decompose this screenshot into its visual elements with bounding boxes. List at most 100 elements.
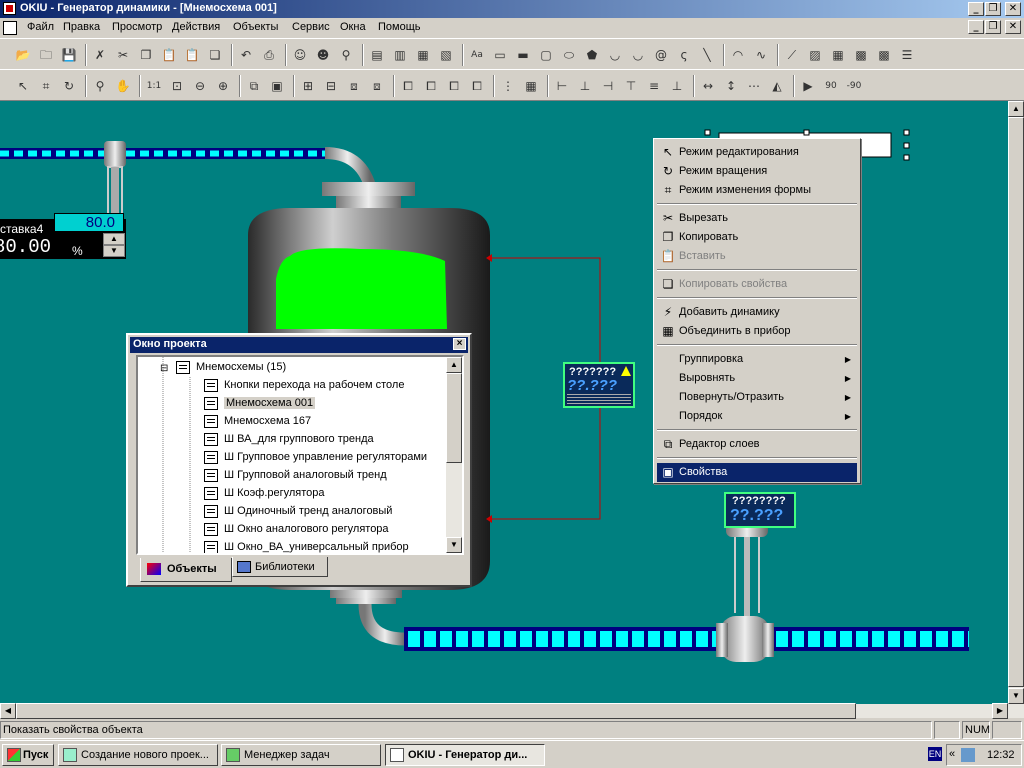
lang-indicator[interactable]: EN xyxy=(928,747,942,761)
tree-scroll-down[interactable]: ▼ xyxy=(446,537,462,553)
tree-item[interactable]: Ш Окно аналогового регулятора xyxy=(204,521,389,539)
project-window[interactable]: Окно проекта × ⊟ Мнемосхемы (15) Кнопки … xyxy=(126,333,472,587)
layers-icon[interactable]: ⧉ xyxy=(245,77,263,95)
round-rect-icon[interactable]: ▢ xyxy=(537,46,555,64)
doc-close-button[interactable]: ✕ xyxy=(1005,20,1021,34)
bottom-pipe[interactable] xyxy=(404,627,969,651)
window2-icon[interactable]: ▥ xyxy=(391,46,409,64)
save-icon[interactable]: 💾 xyxy=(60,46,78,64)
device-indicator-2[interactable]: ???????? ??.??? xyxy=(724,492,796,528)
text-icon[interactable]: Aa xyxy=(468,46,486,64)
cut-red-icon[interactable]: ✗ xyxy=(91,46,109,64)
context-menu-item[interactable]: ⌗ Режим изменения формы xyxy=(657,181,857,200)
zoom-1to1-icon[interactable]: 1:1 xyxy=(145,77,163,95)
hand-icon[interactable]: ✋ xyxy=(114,77,132,95)
distribute-icon[interactable]: ⋯ xyxy=(745,77,763,95)
folder-icon[interactable]: 🗀 xyxy=(37,46,55,64)
decrement-arrow-icon[interactable]: ▼ xyxy=(103,245,125,257)
align-top-icon[interactable]: ⊤ xyxy=(622,77,640,95)
zoom-fit-icon[interactable]: ⊡ xyxy=(168,77,186,95)
align-left-icon[interactable]: ⊢ xyxy=(553,77,571,95)
scroll-down-button[interactable]: ▼ xyxy=(1008,688,1024,704)
combine2-icon[interactable]: ⧈ xyxy=(368,77,386,95)
align-right-icon[interactable]: ⊣ xyxy=(599,77,617,95)
rect-icon[interactable]: ▭ xyxy=(491,46,509,64)
grid-show-icon[interactable]: ▦ xyxy=(522,77,540,95)
flip-v-icon[interactable]: ▶ xyxy=(799,77,817,95)
minimize-button[interactable]: _ xyxy=(968,2,984,16)
menu-windows[interactable]: Окна xyxy=(340,21,366,33)
scroll-up-button[interactable]: ▲ xyxy=(1008,101,1024,117)
context-menu-item[interactable]: ▦ Объединить в прибор xyxy=(657,322,857,341)
paste-special-icon[interactable]: 📋 xyxy=(183,46,201,64)
arc-icon[interactable]: ◠ xyxy=(729,46,747,64)
tab-objects[interactable]: Объекты xyxy=(140,558,232,582)
combine-icon[interactable]: ⧈ xyxy=(345,77,363,95)
group-icon[interactable]: ⊞ xyxy=(299,77,317,95)
context-menu-item[interactable]: Повернуть/Отразить ▶ xyxy=(657,388,857,407)
start-button[interactable]: Пуск xyxy=(2,744,54,766)
pointer-icon[interactable]: ↖ xyxy=(14,77,32,95)
menu-service[interactable]: Сервис xyxy=(292,21,330,33)
menu-view[interactable]: Просмотр xyxy=(112,21,162,33)
edit-shape-icon[interactable]: ⌗ xyxy=(37,77,55,95)
tree-scrollbar[interactable]: ▲ ▼ xyxy=(446,357,462,553)
trend-icon[interactable]: ⟋ xyxy=(783,46,801,64)
hscroll-thumb[interactable] xyxy=(16,703,856,719)
tab-libraries[interactable]: Библиотеки xyxy=(232,557,328,577)
setpoint-widget[interactable]: ставка4 80.0 80.00 % ▲ ▼ xyxy=(0,213,126,259)
context-menu-item[interactable]: ↻ Режим вращения xyxy=(657,162,857,181)
context-menu-item[interactable]: ⧉ Редактор слоев xyxy=(657,435,857,454)
menu-file[interactable]: Файл xyxy=(27,21,54,33)
rotate-90-icon[interactable]: -90 xyxy=(845,77,863,95)
scroll-right-button[interactable]: ▶ xyxy=(992,703,1008,719)
align-middle-icon[interactable]: ≡ xyxy=(645,77,663,95)
left-valve[interactable] xyxy=(104,141,126,222)
tree-item[interactable]: Ш Групповой аналоговый тренд xyxy=(204,467,387,485)
same-width-icon[interactable]: ↔ xyxy=(699,77,717,95)
flip-h-icon[interactable]: ◭ xyxy=(768,77,786,95)
tree-item[interactable]: Ш ВА_для группового тренда xyxy=(204,431,374,449)
doc-minimize-button[interactable]: _ xyxy=(968,20,984,34)
chart-icon[interactable]: ▨ xyxy=(806,46,824,64)
context-menu-item[interactable]: ✂ Вырезать xyxy=(657,209,857,228)
clock[interactable]: 12:32 xyxy=(987,749,1015,761)
person-icon[interactable]: ☺ xyxy=(291,46,309,64)
tray-expand-icon[interactable]: « xyxy=(949,748,955,760)
copy-props-icon[interactable]: ❏ xyxy=(206,46,224,64)
context-menu-item[interactable]: Группировка ▶ xyxy=(657,350,857,369)
setpoint-value[interactable]: 80.0 xyxy=(54,213,124,232)
undo-icon[interactable]: ↶ xyxy=(237,46,255,64)
shape-icon[interactable]: ◡ xyxy=(606,46,624,64)
polyline-icon[interactable]: ς xyxy=(675,46,693,64)
device-indicator-1[interactable]: ??????? ??.??? xyxy=(563,362,635,408)
context-menu[interactable]: ↖ Режим редактирования ↻ Режим вращения ⌗ Реж… xyxy=(653,138,861,484)
bezier-icon[interactable]: ∿ xyxy=(752,46,770,64)
context-menu-item[interactable]: Порядок ▶ xyxy=(657,407,857,426)
doc-restore-button[interactable]: ❐ xyxy=(985,20,1001,34)
ellipse-icon[interactable]: ⬭ xyxy=(560,46,578,64)
tree-item[interactable]: Кнопки перехода на рабочем столе xyxy=(204,377,404,395)
context-menu-item[interactable]: ⚡ Добавить динамику xyxy=(657,303,857,322)
cut-icon[interactable]: ✂ xyxy=(114,46,132,64)
context-menu-item[interactable]: ↖ Режим редактирования xyxy=(657,143,857,162)
shape2-icon[interactable]: ◡ xyxy=(629,46,647,64)
control-valve[interactable] xyxy=(716,523,774,662)
rect2-icon[interactable]: ▬ xyxy=(514,46,532,64)
context-menu-item[interactable]: ▣ Свойства xyxy=(657,463,857,482)
window4-icon[interactable]: ▧ xyxy=(437,46,455,64)
tree-item[interactable]: Мнемосхема 167 xyxy=(204,413,311,431)
grid2-icon[interactable]: ▩ xyxy=(875,46,893,64)
paste-icon[interactable]: 📋 xyxy=(160,46,178,64)
scroll-thumb[interactable] xyxy=(1008,117,1024,687)
zoom-out-icon[interactable]: ⊖ xyxy=(191,77,209,95)
forward-icon[interactable]: ⧠ xyxy=(445,77,463,95)
grid-icon[interactable]: ▩ xyxy=(852,46,870,64)
app-icon[interactable] xyxy=(3,2,16,15)
restore-button[interactable]: ❐ xyxy=(985,2,1001,16)
open-icon[interactable]: 📂 xyxy=(14,46,32,64)
collapse-icon[interactable]: ⊟ xyxy=(160,364,168,374)
task-okiu[interactable]: OKIU - Генератор ди... xyxy=(385,744,545,766)
menu-edit[interactable]: Правка xyxy=(63,21,100,33)
title-bar[interactable]: OKIU - Генератор динамики - [Мнемосхема … xyxy=(0,0,1024,18)
